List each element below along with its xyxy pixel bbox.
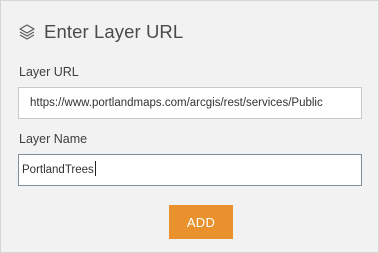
layer-url-label: Layer URL <box>19 65 79 79</box>
layer-url-value: https://www.portlandmaps.com/arcgis/rest… <box>30 97 323 109</box>
add-button[interactable]: ADD <box>169 205 233 239</box>
panel-header: Enter Layer URL <box>18 19 183 45</box>
layer-url-input[interactable]: https://www.portlandmaps.com/arcgis/rest… <box>18 87 362 119</box>
enter-layer-url-panel: Enter Layer URL Layer URL https://www.po… <box>0 0 379 253</box>
layer-name-value: PortlandTrees <box>22 164 94 176</box>
layer-name-input[interactable]: PortlandTrees <box>18 154 362 186</box>
panel-title: Enter Layer URL <box>44 21 184 42</box>
text-cursor <box>94 161 96 177</box>
layer-name-label: Layer Name <box>19 132 88 146</box>
layers-icon <box>18 23 36 41</box>
